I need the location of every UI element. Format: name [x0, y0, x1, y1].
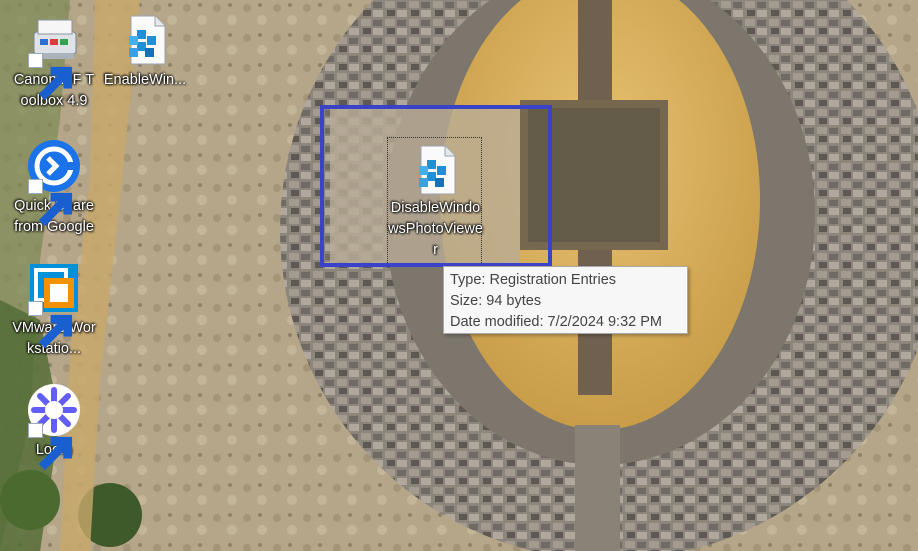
registry-file-icon: [418, 145, 455, 195]
desktop-icon-loom[interactable]: Loom: [12, 382, 96, 471]
file-info-tooltip: Type: Registration Entries Size: 94 byte…: [443, 266, 688, 334]
shortcut-arrow-icon: [28, 301, 73, 349]
shortcut-arrow-icon: [28, 423, 73, 471]
tooltip-date-modified: Date modified: 7/2/2024 9:32 PM: [450, 314, 662, 330]
desktop-icon-disable-windows-photo-viewer[interactable]: DisableWindowsPhotoViewer: [387, 137, 483, 265]
tooltip-type: Type: Registration Entries: [450, 272, 617, 288]
shortcut-arrow-icon: [28, 53, 73, 101]
desktop-icon-label: DisableWindowsPhotoViewer: [388, 200, 483, 258]
shortcut-arrow-icon: [28, 179, 73, 227]
desktop-icon-canon-toolbox[interactable]: Canon MF Toolbox 4.9: [12, 12, 96, 112]
tooltip-size: Size: 94 bytes: [450, 293, 542, 309]
desktop-icon-vmware[interactable]: VMware Workstatio...: [12, 260, 96, 360]
desktop-icon-quick-share[interactable]: Quick Share from Google: [12, 138, 96, 238]
registry-file-icon: [129, 15, 166, 65]
desktop-icon-label: EnableWin...: [103, 72, 187, 88]
desktop-icon-enable-windows[interactable]: EnableWin...: [103, 12, 187, 91]
